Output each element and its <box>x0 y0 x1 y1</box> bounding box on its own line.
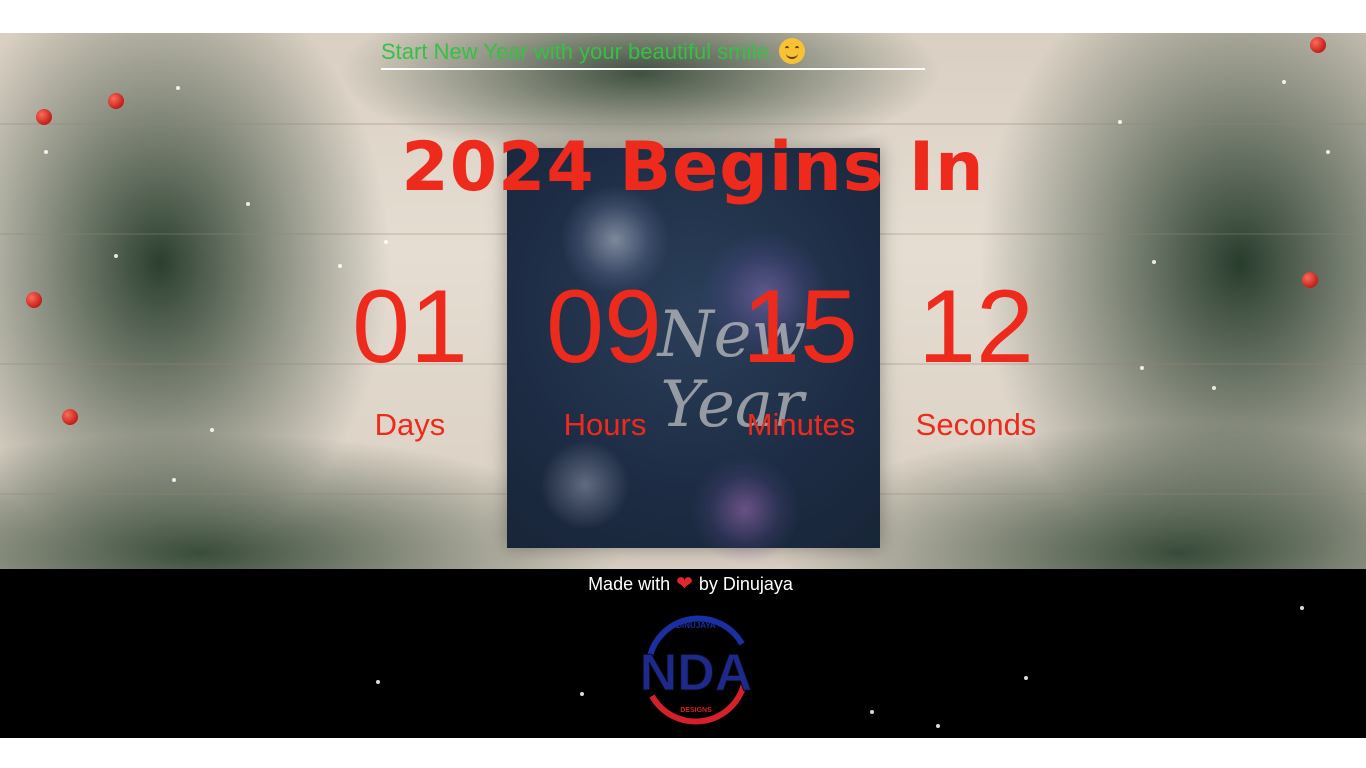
snowflake <box>114 254 118 258</box>
made-with-credit: Made with ❤ by Dinujaya <box>0 571 1366 597</box>
berry-decoration <box>1302 272 1318 288</box>
countdown-title: 2024 Begins In <box>401 128 985 207</box>
berry-decoration <box>26 292 42 308</box>
made-with-text: Made with <box>588 574 671 594</box>
snowflake <box>384 240 388 244</box>
hours-label: Hours <box>563 407 647 442</box>
snowflake <box>870 710 874 714</box>
snowflake <box>1282 80 1286 84</box>
snowflake <box>1024 676 1028 680</box>
firework-burst <box>690 455 800 565</box>
smiley-icon <box>778 38 805 64</box>
tagline: Start New Year with your beautiful smile… <box>381 36 925 70</box>
berry-decoration <box>62 409 78 425</box>
snowflake <box>1118 120 1122 124</box>
logo-bottom-text: DESIGNS <box>680 707 712 714</box>
heart-icon: ❤ <box>676 573 693 595</box>
hours-value: 09 <box>546 269 662 385</box>
author-text: by Dinujaya <box>698 574 793 594</box>
minutes-label: Minutes <box>746 407 856 442</box>
minutes-value: 15 <box>742 269 858 385</box>
berry-decoration <box>36 109 52 125</box>
snowflake <box>338 264 342 268</box>
snowflake <box>376 680 380 684</box>
snowflake <box>1300 606 1304 610</box>
snowflake <box>176 86 180 90</box>
snowflake <box>210 428 214 432</box>
snowflake <box>1152 260 1156 264</box>
snowflake <box>172 478 176 482</box>
page: New Year Start New Year with your beauti… <box>0 0 1366 768</box>
wood-grain <box>0 123 1366 125</box>
snowflake <box>580 692 584 696</box>
snowflake <box>1212 386 1216 390</box>
seconds-label: Seconds <box>915 407 1037 442</box>
snowflake <box>1140 366 1144 370</box>
nda-logo[interactable]: DINUJAYA NDA DESIGNS <box>626 600 766 736</box>
logo-top-text: DINUJAYA <box>676 621 716 630</box>
days-label: Days <box>374 407 446 442</box>
logo-letters: NDA <box>640 644 753 702</box>
firework-burst <box>540 440 630 530</box>
berry-decoration <box>1310 37 1326 53</box>
days-value: 01 <box>352 269 468 385</box>
tagline-text: Start New Year with your beautiful smile… <box>381 39 775 64</box>
seconds-value: 12 <box>918 269 1034 385</box>
snowflake <box>936 724 940 728</box>
berry-decoration <box>108 93 124 109</box>
